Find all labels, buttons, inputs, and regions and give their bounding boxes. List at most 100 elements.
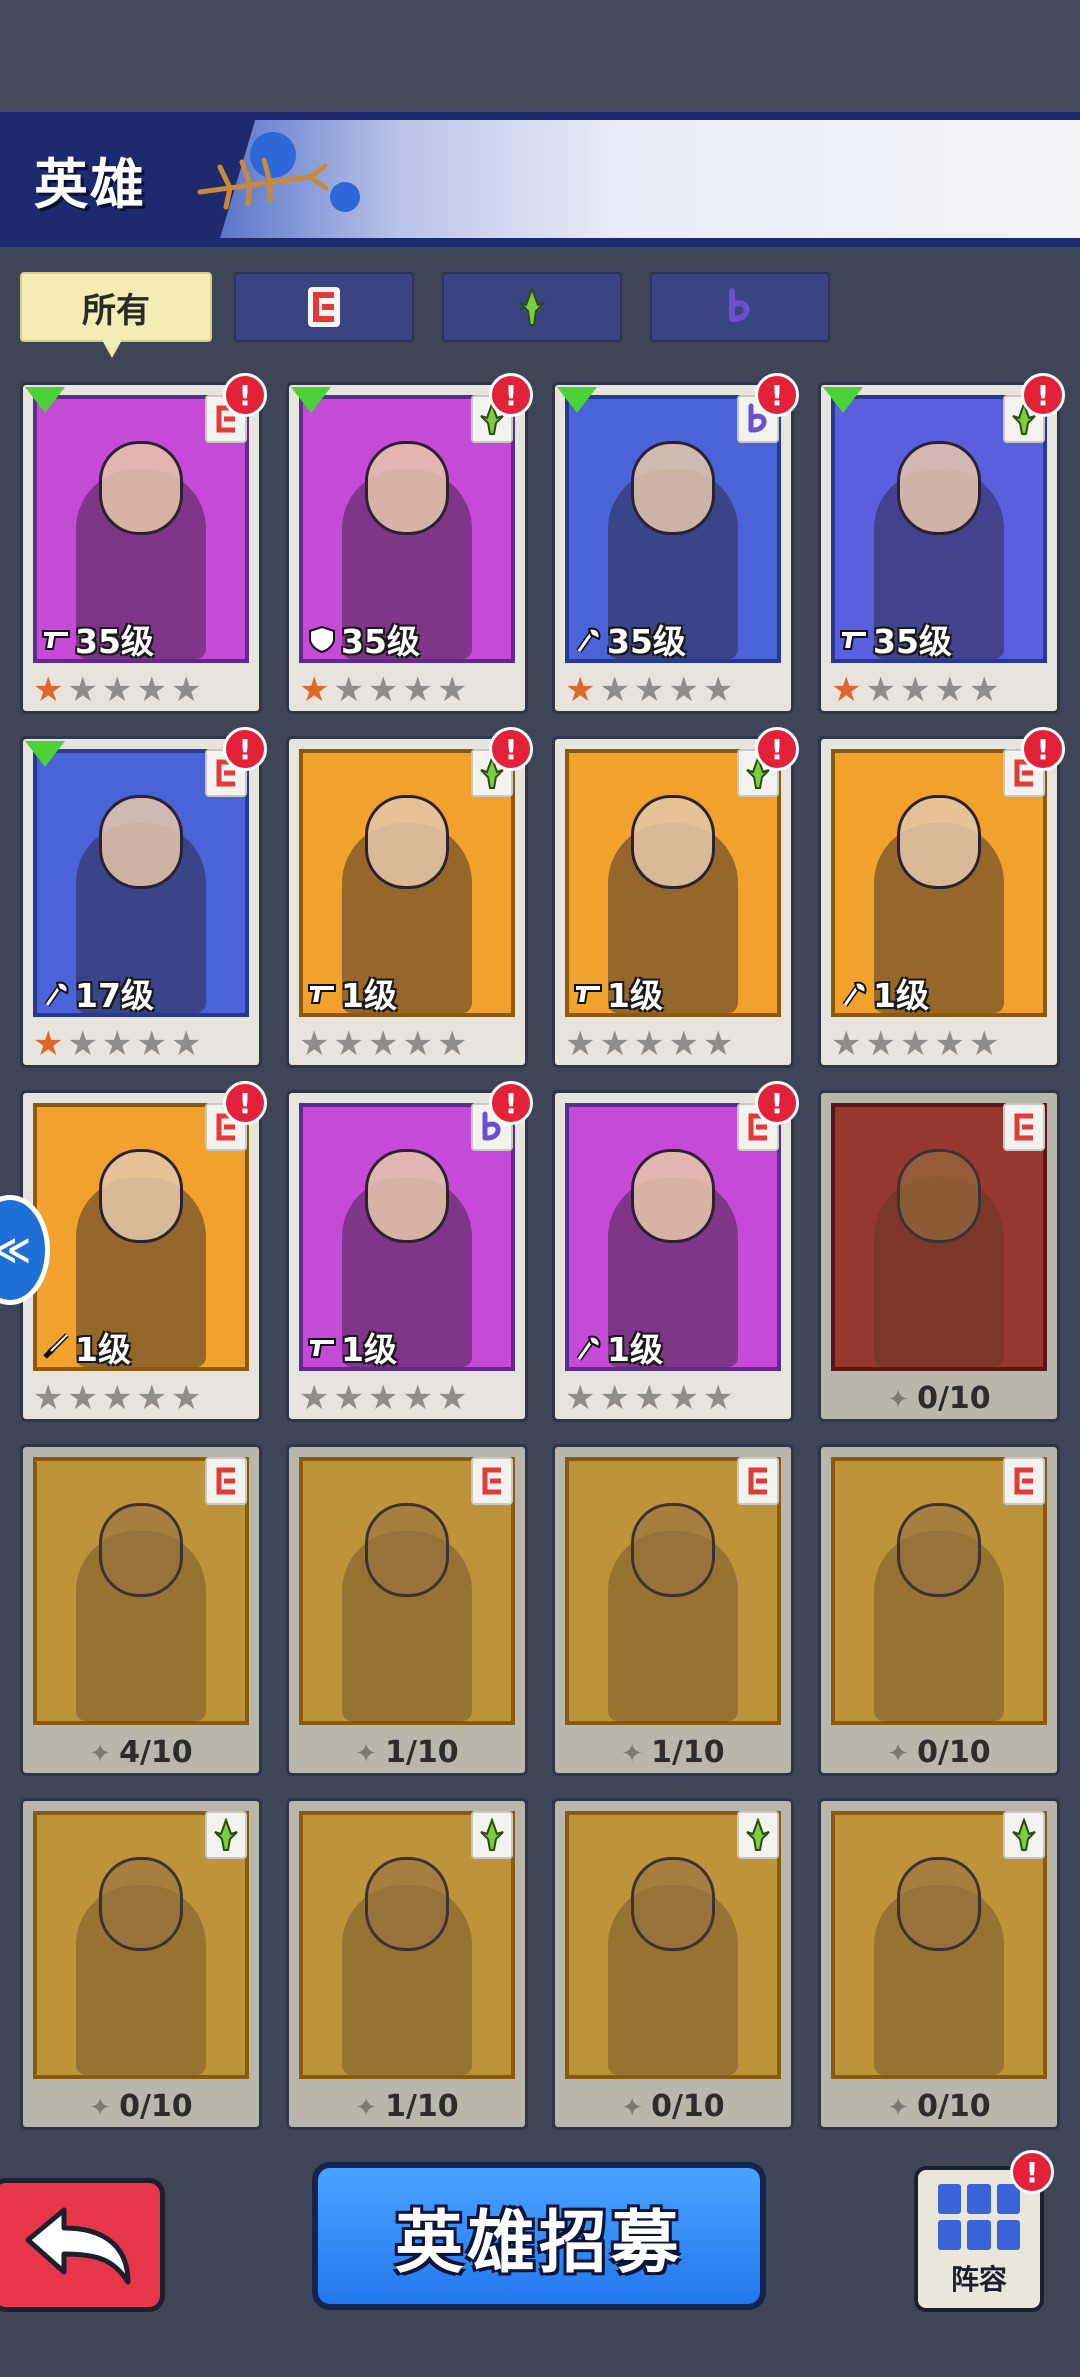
shard-progress: ✦ 1/10	[289, 2089, 525, 2124]
hero-level: 1级	[307, 1323, 397, 1371]
star-icon: ★	[170, 1024, 202, 1064]
star-icon: ★	[865, 1024, 896, 1064]
hero-level: 35级	[41, 615, 154, 663]
filter-tab-c-class[interactable]	[234, 272, 414, 342]
star-icon: ★	[136, 1024, 167, 1064]
star-icon: ★	[599, 1378, 630, 1418]
alert-icon: !	[755, 373, 799, 417]
hero-card[interactable]: ! 1级 ★ ★ ★ ★ ★	[552, 1081, 799, 1422]
hero-card[interactable]: ! 1级 ★ ★ ★ ★ ★	[286, 727, 533, 1068]
star-icon: ★	[67, 1024, 98, 1064]
lineup-label: 阵容	[950, 2263, 1007, 2296]
b-class-icon	[729, 288, 750, 322]
hero-card[interactable]: ! 35级 ★ ★ ★ ★ ★	[552, 373, 799, 714]
star-icon: ★	[599, 670, 630, 710]
hero-card[interactable]: ✦ 0/10	[818, 1090, 1060, 1422]
hero-card[interactable]: ✦ 0/10	[818, 1444, 1060, 1776]
top-band	[0, 0, 1080, 112]
star-icon: ★	[136, 670, 167, 710]
star-icon: ★	[170, 670, 202, 710]
hero-card[interactable]: ✦ 1/10	[286, 1798, 528, 2130]
shard-progress: ✦ 0/10	[23, 2089, 259, 2124]
star-icon: ★	[33, 1378, 64, 1418]
hero-card[interactable]: ✦ 0/10	[552, 1798, 794, 2130]
hero-level-text: 35级	[873, 622, 952, 661]
star-icon: ★	[299, 1024, 330, 1064]
filter-tab-dagger-class[interactable]	[442, 272, 622, 342]
new-indicator-icon	[291, 387, 331, 413]
c-class-icon	[308, 287, 340, 327]
star-icon: ★	[668, 670, 699, 710]
star-icon: ★	[968, 670, 1000, 710]
star-icon: ★	[402, 1024, 433, 1064]
filter-tab-all[interactable]: 所有	[20, 272, 212, 358]
hero-card[interactable]: ! 35级 ★ ★ ★ ★ ★	[20, 373, 267, 714]
hero-card[interactable]: ! 35级 ★ ★ ★ ★ ★	[818, 373, 1065, 714]
shard-icon: ✦	[621, 2093, 644, 2123]
hero-card[interactable]: ✦ 1/10	[286, 1444, 528, 1776]
shard-icon: ✦	[89, 2093, 112, 2123]
shard-icon: ✦	[887, 1385, 910, 1415]
star-icon: ★	[831, 1024, 862, 1064]
star-icon: ★	[436, 670, 468, 710]
star-icon: ★	[33, 1024, 64, 1064]
hero-card[interactable]: ✦ 0/10	[818, 1798, 1060, 2130]
star-icon: ★	[633, 1378, 665, 1418]
star-rating: ★ ★ ★ ★ ★	[299, 1027, 467, 1061]
star-rating: ★ ★ ★ ★ ★	[831, 673, 999, 707]
page-title: 英雄	[34, 153, 146, 216]
hero-card[interactable]: ! 1级 ★ ★ ★ ★ ★	[818, 727, 1065, 1068]
dagger-class-icon	[1003, 1811, 1045, 1859]
alert-icon: !	[223, 1081, 267, 1125]
lineup-button[interactable]: 阵容 !	[914, 2150, 1054, 2312]
grid-icon	[938, 2184, 1020, 2250]
hero-level: 17级	[41, 969, 154, 1017]
hero-card[interactable]: ! 1级 ★ ★ ★ ★ ★	[20, 1081, 267, 1422]
hero-card[interactable]: ✦ 1/10	[552, 1444, 794, 1776]
star-icon: ★	[565, 1378, 596, 1418]
star-icon: ★	[402, 1378, 433, 1418]
dagger-class-icon	[205, 1811, 247, 1859]
star-rating: ★ ★ ★ ★ ★	[565, 673, 733, 707]
hero-level-text: 1级	[607, 976, 663, 1015]
shard-count: 0/10	[651, 2089, 725, 2124]
back-button[interactable]	[0, 2178, 165, 2312]
star-icon: ★	[865, 670, 896, 710]
shard-count: 1/10	[651, 1735, 725, 1770]
alert-icon: !	[1021, 373, 1065, 417]
star-rating: ★ ★ ★ ★ ★	[299, 673, 467, 707]
hero-card[interactable]: ! 17级 ★ ★ ★ ★ ★	[20, 727, 267, 1068]
hero-level-text: 1级	[75, 1330, 131, 1369]
star-icon: ★	[136, 1378, 167, 1418]
star-icon: ★	[367, 1378, 399, 1418]
hero-level-text: 1级	[341, 1330, 397, 1369]
star-rating: ★ ★ ★ ★ ★	[299, 1381, 467, 1415]
star-rating: ★ ★ ★ ★ ★	[565, 1027, 733, 1061]
star-icon: ★	[599, 1024, 630, 1064]
star-icon: ★	[565, 1024, 596, 1064]
hero-recruit-button[interactable]: 英雄招募	[312, 2162, 766, 2310]
hero-level-text: 1级	[607, 1330, 663, 1369]
hero-level: 35级	[839, 615, 952, 663]
hero-card[interactable]: ✦ 0/10	[20, 1798, 262, 2130]
filter-tab-b-class[interactable]	[650, 272, 830, 342]
new-indicator-icon	[25, 741, 65, 767]
hero-card[interactable]: ✦ 4/10	[20, 1444, 262, 1776]
shard-progress: ✦ 4/10	[23, 1735, 259, 1770]
hero-level: 35级	[573, 615, 686, 663]
shard-icon: ✦	[355, 2093, 378, 2123]
back-arrow-icon	[25, 2207, 130, 2285]
paint-splash-icon	[330, 182, 360, 212]
hero-card[interactable]: ! 1级 ★ ★ ★ ★ ★	[552, 727, 799, 1068]
star-icon: ★	[299, 1378, 330, 1418]
c-class-icon	[471, 1457, 513, 1505]
hero-card[interactable]: ! 1级 ★ ★ ★ ★ ★	[286, 1081, 533, 1422]
star-icon: ★	[899, 1024, 931, 1064]
shard-count: 0/10	[119, 2089, 193, 2124]
hero-card[interactable]: ! 35级 ★ ★ ★ ★ ★	[286, 373, 533, 714]
alert-icon: !	[489, 727, 533, 771]
shard-progress: ✦ 0/10	[821, 1735, 1057, 1770]
shard-count: 0/10	[917, 1735, 991, 1770]
c-class-icon	[1003, 1103, 1045, 1151]
star-rating: ★ ★ ★ ★ ★	[33, 673, 201, 707]
